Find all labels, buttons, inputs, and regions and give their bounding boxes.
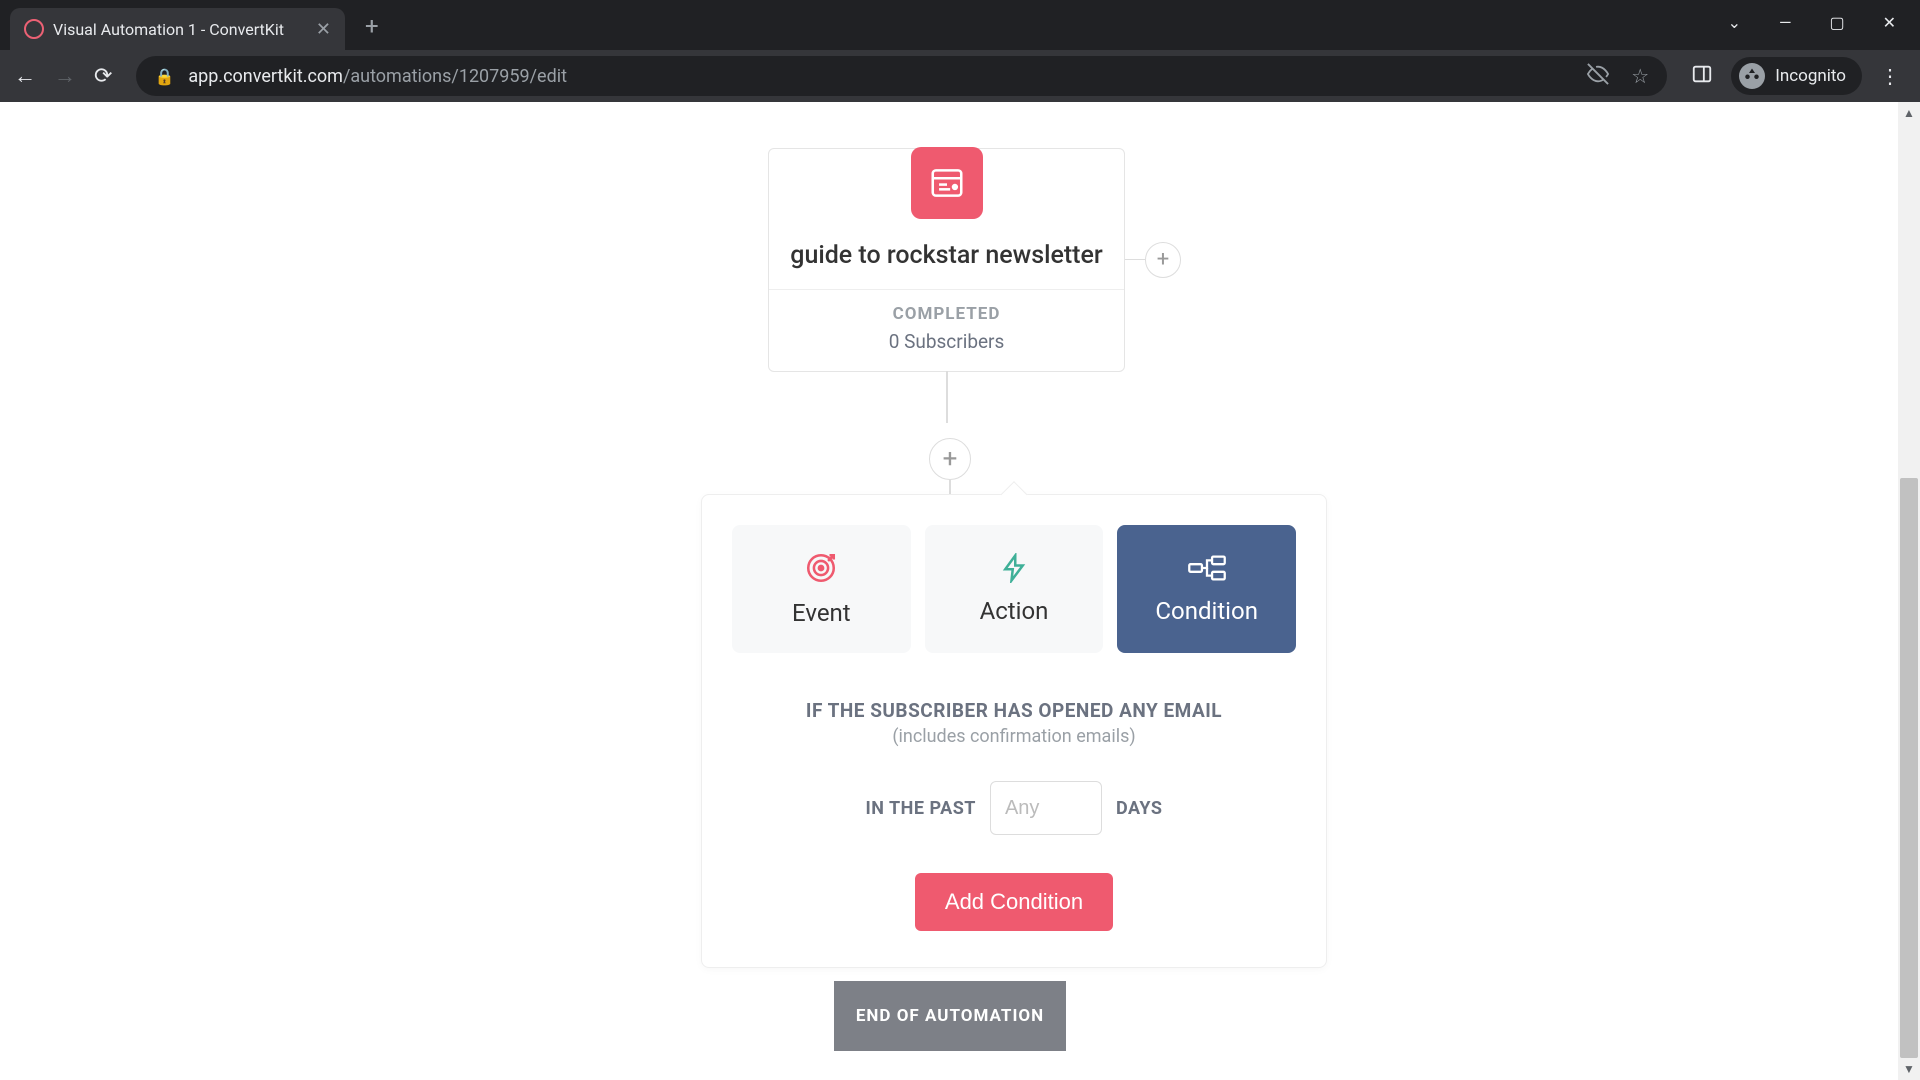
condition-subheading: (includes confirmation emails) — [732, 726, 1296, 747]
browser-tab[interactable]: Visual Automation 1 - ConvertKit ✕ — [10, 8, 345, 50]
window-controls: ⌄ ― ▢ ✕ — [1728, 13, 1920, 32]
tab-label: Action — [980, 597, 1049, 625]
lock-icon[interactable]: 🔒 — [154, 67, 174, 86]
step-type-tabs: Event Action Condition — [732, 525, 1296, 653]
menu-dots-icon[interactable]: ⋮ — [1880, 64, 1900, 88]
tab-title: Visual Automation 1 - ConvertKit — [53, 20, 307, 39]
node-status: COMPLETED — [769, 304, 1124, 324]
scroll-up-icon[interactable]: ▲ — [1898, 102, 1920, 124]
days-label: DAYS — [1116, 798, 1163, 819]
toolbar: ← → ⟳ 🔒 app.convertkit.com/automations/1… — [0, 50, 1920, 102]
back-button[interactable]: ← — [14, 63, 36, 89]
tab-action[interactable]: Action — [925, 525, 1104, 653]
branch-icon — [1188, 553, 1226, 583]
url-text: app.convertkit.com/automations/1207959/e… — [188, 66, 567, 87]
forward-button[interactable]: → — [54, 63, 76, 89]
connector-line — [946, 371, 948, 423]
tab-label: Event — [792, 599, 851, 627]
step-config-panel: Event Action Condition — [701, 494, 1327, 968]
condition-input-row: IN THE PAST DAYS — [732, 781, 1296, 835]
incognito-badge[interactable]: Incognito — [1731, 57, 1862, 95]
bookmark-star-icon[interactable]: ☆ — [1631, 64, 1649, 88]
scrollbar-thumb[interactable] — [1900, 478, 1918, 1058]
automation-canvas[interactable]: guide to rockstar newsletter COMPLETED 0… — [0, 102, 1920, 1080]
favicon-icon — [24, 19, 44, 39]
add-branch-button[interactable]: + — [1145, 242, 1181, 278]
address-bar[interactable]: 🔒 app.convertkit.com/automations/1207959… — [136, 56, 1667, 96]
scroll-down-icon[interactable]: ▼ — [1898, 1058, 1920, 1080]
page-content: guide to rockstar newsletter COMPLETED 0… — [0, 102, 1920, 1080]
scrollbar-track[interactable]: ▲ ▼ — [1898, 102, 1920, 1080]
browser-tab-strip: Visual Automation 1 - ConvertKit ✕ + ⌄ ―… — [0, 0, 1920, 50]
new-tab-button[interactable]: + — [365, 12, 379, 40]
condition-heading: IF THE SUBSCRIBER HAS OPENED ANY EMAIL — [732, 699, 1296, 722]
add-step-button[interactable]: + — [929, 438, 971, 480]
tab-condition[interactable]: Condition — [1117, 525, 1296, 653]
maximize-icon[interactable]: ▢ — [1829, 13, 1844, 32]
tab-search-icon[interactable]: ⌄ — [1728, 13, 1741, 32]
side-panel-icon[interactable] — [1691, 63, 1713, 90]
node-footer: COMPLETED 0 Subscribers — [769, 289, 1124, 371]
target-icon — [804, 551, 838, 585]
incognito-label: Incognito — [1775, 66, 1846, 86]
tab-event[interactable]: Event — [732, 525, 911, 653]
close-tab-icon[interactable]: ✕ — [316, 19, 331, 40]
node-subscribers: 0 Subscribers — [769, 330, 1124, 353]
end-of-automation: END OF AUTOMATION — [834, 981, 1066, 1051]
incognito-icon — [1739, 63, 1765, 89]
automation-node[interactable]: guide to rockstar newsletter COMPLETED 0… — [768, 148, 1125, 372]
minimize-icon[interactable]: ― — [1779, 13, 1792, 32]
form-icon — [911, 147, 983, 219]
days-input[interactable] — [990, 781, 1102, 835]
eye-off-icon[interactable] — [1587, 63, 1609, 90]
close-window-icon[interactable]: ✕ — [1883, 13, 1896, 32]
lightning-icon — [999, 553, 1029, 583]
in-past-label: IN THE PAST — [866, 798, 976, 819]
tab-label: Condition — [1155, 597, 1258, 625]
reload-button[interactable]: ⟳ — [94, 64, 112, 89]
add-condition-button[interactable]: Add Condition — [915, 873, 1113, 931]
condition-description: IF THE SUBSCRIBER HAS OPENED ANY EMAIL (… — [732, 699, 1296, 747]
